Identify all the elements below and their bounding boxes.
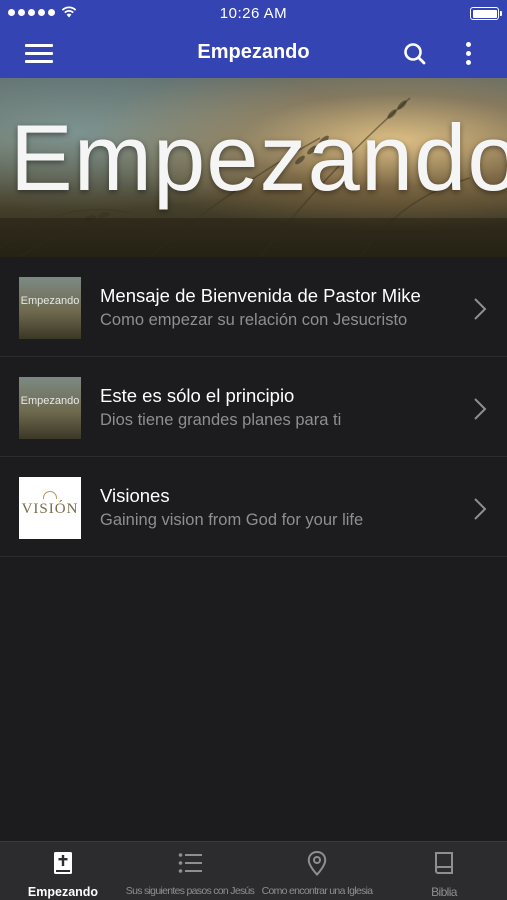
hero-title: Empezando [10,105,507,210]
sunrise-icon [43,491,57,499]
list-item[interactable]: VISIÓN Visiones Gaining vision from God … [0,457,507,557]
thumbnail-text: VISIÓN [21,501,79,517]
item-thumbnail: Empezando [19,277,81,339]
tab-label: Biblia [431,885,457,899]
more-vertical-icon[interactable] [458,39,478,69]
status-bar: 10:26 AM [0,0,507,28]
item-title: Visiones [100,485,170,506]
item-subtitle: Como empezar su relación con Jesucristo [100,311,408,329]
status-time: 10:26 AM [219,5,288,22]
item-title: Este es sólo el principio [100,385,295,406]
tab-biblia[interactable]: Biblia [381,842,507,900]
item-subtitle: Dios tiene grandes planes para ti [100,411,342,429]
chevron-right-icon [474,398,487,420]
book-icon [435,852,453,874]
tab-bar: Empezando Sus siguientes pasos con Jesús… [0,841,507,900]
item-subtitle: Gaining vision from God for your life [100,511,364,529]
page-title: Empezando [197,41,310,63]
list-item[interactable]: Empezando Mensaje de Bienvenida de Pasto… [0,257,507,357]
thumbnail-text: Empezando [20,295,80,307]
item-thumbnail: VISIÓN [19,477,81,539]
app-screen: 10:26 AM Empezando Empezando Empezando M… [0,0,507,900]
item-title: Mensaje de Bienvenida de Pastor Mike [100,285,421,306]
chevron-right-icon [474,298,487,320]
list-item[interactable]: Empezando Este es sólo el principio Dios… [0,357,507,457]
item-thumbnail: Empezando [19,377,81,439]
chevron-right-icon [474,498,487,520]
hero-banner: Empezando [0,78,507,257]
location-pin-icon [307,850,327,876]
thumbnail-text: Empezando [20,395,80,407]
app-header: Empezando [0,28,507,78]
content-list: Empezando Mensaje de Bienvenida de Pasto… [0,257,507,557]
battery-icon [470,7,502,20]
list-icon [178,853,202,873]
menu-icon[interactable] [25,42,53,64]
search-icon[interactable] [401,40,429,68]
bible-cross-icon [54,852,72,874]
